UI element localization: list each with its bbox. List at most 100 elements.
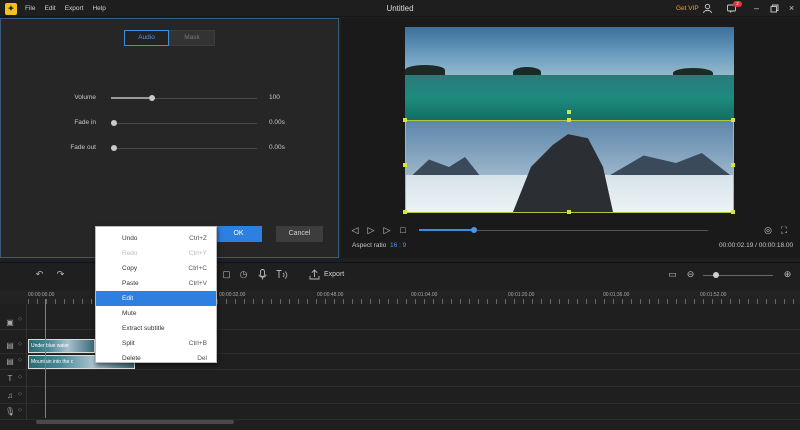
context-menu-item-delete[interactable]: Delete Del	[96, 351, 216, 366]
text-track-icon: T	[7, 374, 13, 383]
preview-sea	[405, 75, 734, 121]
context-menu-item-label: Undo	[122, 235, 138, 242]
stop-icon[interactable]: □	[397, 224, 409, 236]
context-menu-item-shortcut: Del	[197, 355, 207, 362]
preview-island-left	[405, 65, 445, 75]
panel-tabs: Audio Mask	[124, 30, 215, 46]
menu-help[interactable]: Help	[92, 5, 105, 12]
playhead[interactable]	[45, 299, 46, 418]
context-menu-item-shortcut: Ctrl+V	[188, 280, 207, 287]
video-track-2-icon: ▤	[6, 357, 14, 366]
context-menu-item-label: Split	[122, 340, 135, 347]
playback-progress-handle[interactable]	[470, 227, 477, 233]
context-menu-item-label: Mute	[122, 310, 137, 317]
crop-icon[interactable]: ▢	[220, 268, 233, 281]
context-menu-item-shortcut: Ctrl+Y	[188, 250, 207, 257]
notification-badge: 2	[733, 1, 742, 7]
context-menu-item-shortcut: Ctrl+Z	[189, 235, 207, 242]
restore-icon[interactable]	[769, 3, 780, 14]
context-menu-item-label: Paste	[122, 280, 139, 287]
duration-icon[interactable]: ◷	[237, 268, 250, 281]
context-menu-item-copy[interactable]: Copy Ctrl+C	[96, 261, 216, 276]
ruler-label: 00:01:52.00	[700, 292, 727, 298]
undo-icon[interactable]: ↶	[33, 268, 46, 281]
fade-out-label: Fade out	[70, 144, 96, 151]
close-icon[interactable]: ×	[786, 3, 797, 14]
context-menu-item-label: Copy	[122, 265, 138, 272]
next-frame-icon[interactable]: ▷	[381, 224, 393, 236]
timeline-scrollbar[interactable]	[36, 420, 234, 424]
volume-slider-handle[interactable]	[148, 95, 155, 101]
volume-value: 100	[269, 94, 280, 101]
fade-out-row: Fade out 0.00s	[1, 142, 340, 154]
timecode: 00:00:02.19 / 00:00:18.00	[719, 242, 794, 249]
video-track-2-mute-icon[interactable]: ◇	[18, 357, 22, 363]
voice-track-icon: 🎙	[5, 407, 16, 416]
title-bar: ✦ File Edit Export Help Untitled Get VIP…	[0, 0, 800, 17]
menu-file[interactable]: File	[25, 5, 35, 12]
resize-handle-bottom-left[interactable]	[403, 210, 407, 214]
tab-audio[interactable]: Audio	[124, 30, 169, 46]
fade-in-slider-handle[interactable]	[111, 120, 117, 126]
ruler-label: 00:00:32.00	[219, 292, 246, 298]
voice-track-lock-icon[interactable]: ◇	[18, 407, 22, 413]
resize-handle-bottom-right[interactable]	[731, 210, 735, 214]
ok-button[interactable]: OK	[215, 226, 262, 242]
text-track-lock-icon[interactable]: ◇	[18, 374, 22, 380]
ruler-label: 00:01:20.00	[508, 292, 535, 298]
redo-icon[interactable]: ↷	[54, 268, 67, 281]
volume-slider-fill	[111, 97, 149, 99]
prev-frame-icon[interactable]: ◁	[349, 224, 361, 236]
context-menu-item-extract-subtitle[interactable]: Extract subtitle	[96, 321, 216, 336]
zoom-in-icon[interactable]: ⊕	[781, 268, 794, 281]
volume-label: Volume	[74, 94, 96, 101]
track-row-text	[0, 371, 800, 387]
cancel-button[interactable]: Cancel	[276, 226, 323, 242]
rotate-handle[interactable]	[567, 110, 571, 114]
pip-track-lock-icon[interactable]: ◇	[18, 316, 22, 322]
text-to-speech-icon[interactable]	[275, 268, 288, 281]
resize-handle-top-left[interactable]	[403, 118, 407, 122]
get-vip-link[interactable]: Get VIP	[676, 0, 699, 17]
fade-in-value: 0.00s	[269, 119, 285, 126]
menu-edit[interactable]: Edit	[44, 5, 55, 12]
snapshot-icon[interactable]: ◎	[762, 224, 774, 236]
ruler-label: 00:01:04.00	[411, 292, 438, 298]
export-button[interactable]: Export	[324, 271, 344, 278]
context-menu-item-split[interactable]: Split Ctrl+B	[96, 336, 216, 351]
menu-export[interactable]: Export	[65, 5, 84, 12]
track-row-voice	[0, 404, 800, 420]
context-menu-item-edit[interactable]: Edit	[96, 291, 216, 306]
context-menu-item-paste[interactable]: Paste Ctrl+V	[96, 276, 216, 291]
fade-in-row: Fade in 0.00s	[1, 117, 340, 129]
music-track-lock-icon[interactable]: ◇	[18, 391, 22, 397]
context-menu-item-label: Extract subtitle	[122, 325, 165, 332]
fullscreen-icon[interactable]: ⛶	[778, 224, 790, 236]
menu-bar: File Edit Export Help	[25, 0, 106, 17]
export-icon[interactable]	[308, 268, 321, 281]
user-icon[interactable]	[702, 3, 713, 14]
minimize-icon[interactable]: –	[751, 3, 762, 14]
play-icon[interactable]: ▷	[365, 224, 377, 236]
record-voice-icon[interactable]	[256, 268, 269, 281]
audio-settings-panel: Audio Mask Volume 100 Fade in 0.00s Fade…	[0, 18, 339, 258]
fade-in-slider-track[interactable]	[111, 123, 257, 124]
video-track-mute-icon[interactable]: ◇	[18, 341, 22, 347]
clip-video-1[interactable]: Under blue water	[28, 339, 95, 353]
context-menu-item-shortcut: Ctrl+C	[188, 265, 207, 272]
fit-timeline-icon[interactable]: ▭	[666, 268, 679, 281]
resize-handle-bottom[interactable]	[567, 210, 571, 214]
context-menu-item-mute[interactable]: Mute	[96, 306, 216, 321]
aspect-ratio-select[interactable]: 16 : 9	[390, 242, 406, 249]
resize-handle-right[interactable]	[731, 163, 735, 167]
fade-out-slider-track[interactable]	[111, 148, 257, 149]
volume-row: Volume 100	[1, 92, 340, 104]
resize-handle-top-right[interactable]	[731, 118, 735, 122]
context-menu-item-undo[interactable]: Undo Ctrl+Z	[96, 231, 216, 246]
fade-out-slider-handle[interactable]	[111, 145, 117, 151]
zoom-out-icon[interactable]: ⊖	[684, 268, 697, 281]
resize-handle-left[interactable]	[403, 163, 407, 167]
tab-mask[interactable]: Mask	[169, 30, 215, 46]
track-row-music	[0, 388, 800, 404]
resize-handle-top[interactable]	[567, 118, 571, 122]
